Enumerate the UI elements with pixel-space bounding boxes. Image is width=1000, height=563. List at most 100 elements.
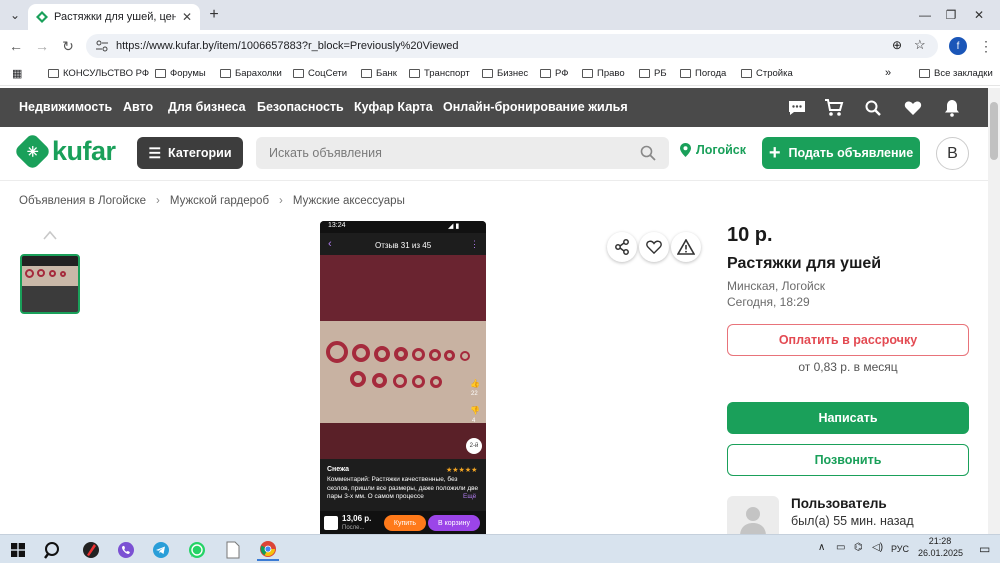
page-scrollbar[interactable] — [988, 88, 1000, 534]
seller-name[interactable]: Пользователь — [791, 496, 887, 511]
photo-top-blur — [320, 255, 486, 321]
installment-button[interactable]: Оплатить в рассрочку — [727, 324, 969, 356]
taskbar-clock[interactable]: 21:28 26.01.2025 — [918, 535, 963, 559]
folder-icon — [540, 69, 551, 78]
network-icon[interactable]: ⌬ — [854, 542, 863, 553]
address-bar[interactable]: https://www.kufar.by/item/1006657883?r_b… — [86, 34, 938, 58]
site-settings-icon[interactable] — [96, 40, 108, 52]
post-ad-button[interactable]: + Подать объявление — [762, 137, 920, 169]
bookmark-folder[interactable]: Право — [582, 68, 625, 79]
tab-close-icon[interactable]: ✕ — [182, 10, 192, 24]
folder-icon — [741, 69, 752, 78]
more-bookmarks-icon[interactable]: » — [885, 67, 891, 79]
breadcrumb-item[interactable]: Объявления в Логойске — [19, 195, 146, 207]
seller-avatar[interactable] — [727, 496, 779, 536]
back-arrow-icon[interactable]: ← — [5, 36, 27, 56]
logo-text: kufar — [52, 136, 116, 166]
telegram-icon[interactable] — [150, 539, 172, 561]
bookmark-folder[interactable]: Форумы — [155, 68, 206, 79]
new-tab-button[interactable]: + — [203, 5, 225, 25]
photo-dislikes: 4 — [472, 418, 476, 424]
user-silhouette-icon — [740, 507, 766, 536]
battery-icon[interactable]: ▭ — [836, 542, 845, 553]
notification-center-icon[interactable]: ▭ — [979, 542, 990, 556]
window-minimize-button[interactable]: — — [914, 5, 936, 25]
user-avatar[interactable]: В — [936, 137, 969, 170]
bookmark-folder[interactable]: РБ — [639, 68, 667, 79]
photo-swirl — [412, 348, 425, 361]
viber-icon[interactable] — [115, 539, 137, 561]
topnav-item[interactable]: Авто — [123, 100, 153, 114]
chrome-icon[interactable] — [257, 539, 279, 561]
topnav-item[interactable]: Куфар Карта — [354, 100, 433, 114]
topnav-item[interactable]: Для бизнеса — [168, 100, 246, 114]
topnav-item[interactable]: Онлайн-бронирование жилья — [443, 100, 628, 114]
reload-icon[interactable]: ↻ — [57, 36, 79, 56]
gallery-thumbnail[interactable] — [20, 254, 80, 314]
bookmark-folder[interactable]: Банк — [361, 68, 397, 79]
search-input[interactable] — [269, 146, 639, 160]
url-text[interactable]: https://www.kufar.by/item/1006657883?r_b… — [116, 40, 459, 52]
write-message-button[interactable]: Написать — [727, 402, 969, 434]
favorite-button[interactable] — [639, 232, 669, 262]
tray-chevron-up-icon[interactable]: ∧ — [818, 542, 825, 553]
window-close-button[interactable]: ✕ — [968, 5, 990, 25]
bookmark-folder[interactable]: КОНСУЛЬСТВО РФ — [48, 68, 149, 79]
notifications-bell-icon[interactable] — [942, 98, 962, 118]
listing-price: 10 р. — [727, 224, 773, 246]
folder-icon — [220, 69, 231, 78]
bookmark-folder[interactable]: РФ — [540, 68, 568, 79]
window-restore-button[interactable]: ❐ — [940, 5, 962, 25]
bookmark-star-icon[interactable]: ☆ — [914, 37, 926, 53]
bookmark-folder[interactable]: Бизнес — [482, 68, 528, 79]
bookmark-folder[interactable]: Стройка — [741, 68, 793, 79]
location-selector[interactable]: Логойск — [680, 143, 746, 157]
apps-grid-icon[interactable]: ▦ — [12, 67, 22, 80]
report-button[interactable] — [671, 232, 701, 262]
search-box[interactable] — [256, 137, 669, 169]
share-button[interactable] — [607, 232, 637, 262]
bookmark-folder[interactable]: Барахолки — [220, 68, 282, 79]
breadcrumb-item[interactable]: Мужские аксессуары — [293, 195, 405, 207]
keyboard-language[interactable]: РУС — [891, 544, 909, 554]
plus-icon: + — [768, 142, 781, 164]
main-photo[interactable]: 13:24 ◢ ▮ ‹ Отзыв 31 из 45 ⋮ 👍 22 👎 4 2-… — [320, 221, 486, 535]
browser-tab[interactable]: Растяжки для ушей, цена 10 р ✕ — [28, 4, 200, 30]
whatsapp-icon[interactable] — [186, 539, 208, 561]
folder-icon — [482, 69, 493, 78]
seller-last-seen: был(а) 55 мин. назад — [791, 514, 914, 528]
volume-icon[interactable]: ◁) — [872, 542, 883, 553]
topnav-item[interactable]: Недвижимость — [19, 100, 112, 114]
profile-avatar[interactable]: f — [949, 37, 967, 55]
topnav-item[interactable]: Безопасность — [257, 100, 344, 114]
folder-icon — [361, 69, 372, 78]
browser-tab-strip: ⌄ Растяжки для ушей, цена 10 р ✕ + — ❐ ✕ — [0, 0, 1000, 30]
file-icon[interactable] — [222, 539, 244, 561]
tab-search-button[interactable]: ⌄ — [4, 5, 26, 25]
saved-search-icon[interactable] — [863, 98, 883, 118]
bookmark-folder[interactable]: СоцСети — [293, 68, 347, 79]
photo-swirl — [352, 344, 370, 362]
favorites-heart-icon[interactable] — [903, 98, 923, 118]
app-red-icon[interactable] — [80, 539, 102, 561]
breadcrumb-item[interactable]: Мужской гардероб — [170, 195, 269, 207]
folder-icon — [48, 69, 59, 78]
listing-title: Растяжки для ушей — [727, 255, 882, 272]
all-bookmarks-folder[interactable]: Все закладки — [919, 68, 993, 79]
messages-icon[interactable] — [787, 98, 807, 118]
windows-start-icon[interactable] — [7, 539, 29, 561]
categories-button[interactable]: ☰ Категории — [137, 137, 243, 169]
bookmark-folder[interactable]: Погода — [680, 68, 726, 79]
kufar-logo[interactable]: ✳ kufar — [13, 132, 116, 171]
cart-icon[interactable] — [824, 98, 844, 118]
call-button[interactable]: Позвонить — [727, 444, 969, 476]
taskbar-search-icon[interactable] — [42, 539, 64, 561]
photo-swirl — [372, 373, 387, 388]
search-icon[interactable] — [640, 145, 656, 161]
browser-menu-icon[interactable]: ⋮ — [975, 36, 997, 56]
forward-arrow-icon[interactable]: → — [31, 36, 53, 56]
chevron-up-icon[interactable] — [42, 228, 58, 242]
zoom-icon[interactable]: ⊕ — [892, 38, 902, 52]
bookmark-folder[interactable]: Транспорт — [409, 68, 470, 79]
scrollbar-thumb[interactable] — [990, 102, 998, 160]
